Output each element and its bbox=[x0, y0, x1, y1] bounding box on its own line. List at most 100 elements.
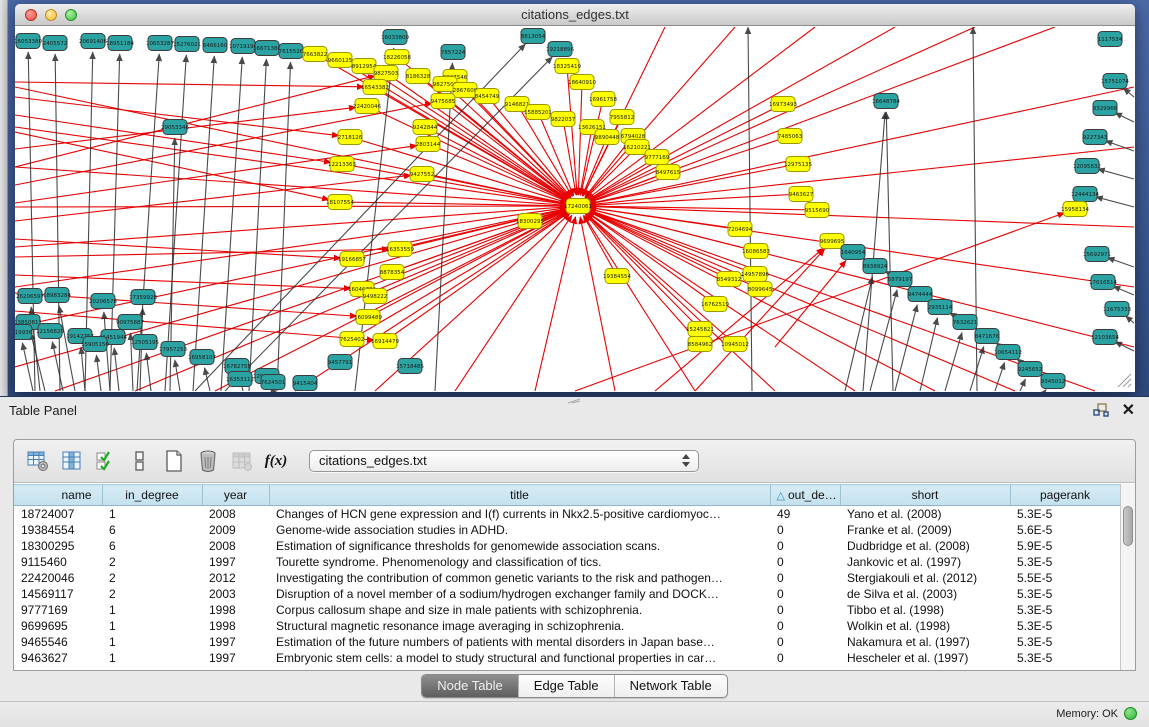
graph-node[interactable]: 8454749 bbox=[475, 89, 500, 104]
graph-node[interactable]: 17240061 bbox=[564, 199, 592, 214]
table-row[interactable]: 1938455462009Genome-wide association stu… bbox=[14, 522, 1120, 538]
citation-edge-red[interactable] bbox=[588, 136, 790, 203]
function-builder-icon[interactable]: f(x) bbox=[261, 446, 291, 476]
zoom-window-icon[interactable] bbox=[65, 9, 77, 21]
graph-node[interactable]: 15692971 bbox=[1083, 247, 1111, 262]
graph-node[interactable]: 10653287 bbox=[146, 36, 174, 51]
citation-edge-black[interactable] bbox=[221, 57, 242, 391]
graph-node[interactable]: 6879197 bbox=[888, 272, 913, 287]
graph-node[interactable]: 18951184 bbox=[106, 36, 134, 51]
graph-node[interactable]: 17957253 bbox=[159, 342, 187, 357]
graph-node[interactable]: 9660125 bbox=[328, 53, 353, 68]
graph-node[interactable]: 7624501 bbox=[261, 375, 286, 390]
column-header-out_de[interactable]: △out_de… bbox=[770, 485, 840, 506]
graph-node[interactable]: 18640910 bbox=[568, 75, 596, 90]
graph-node[interactable]: 20206576 bbox=[89, 294, 117, 309]
column-visibility-icon[interactable] bbox=[57, 446, 87, 476]
graph-node[interactable]: 9475685 bbox=[431, 94, 456, 109]
tab-edge-table[interactable]: Edge Table bbox=[518, 675, 614, 697]
table-row[interactable]: 1872400712008Changes of HCN gene express… bbox=[14, 506, 1120, 522]
citation-edge-black[interactable] bbox=[81, 347, 85, 391]
graph-node[interactable]: 15751074 bbox=[1101, 74, 1129, 89]
graph-node[interactable]: 12095832 bbox=[1073, 159, 1101, 174]
graph-node[interactable]: 2405572 bbox=[43, 36, 68, 51]
graph-node[interactable]: 18300295 bbox=[516, 214, 544, 229]
network-canvas[interactable]: 1605338024055722069140618951184106532871… bbox=[15, 27, 1135, 392]
graph-node[interactable]: 9515690 bbox=[805, 203, 830, 218]
close-icon[interactable]: ✕ bbox=[1122, 400, 1135, 420]
graph-node[interactable]: 12505195 bbox=[131, 335, 159, 350]
graph-node[interactable]: 12156829 bbox=[36, 324, 64, 339]
graph-node[interactable]: 12103654 bbox=[1091, 330, 1119, 345]
graph-node[interactable]: 7625402 bbox=[340, 332, 365, 347]
table-row[interactable]: 977716911998Corpus callosum shape and si… bbox=[14, 602, 1120, 618]
graph-node[interactable]: 90975887 bbox=[116, 315, 144, 330]
table-row[interactable]: 1456911722003Disruption of a novel membe… bbox=[14, 586, 1120, 602]
graph-node[interactable]: 1117534 bbox=[1098, 32, 1123, 47]
graph-node[interactable]: 9227343 bbox=[1083, 130, 1108, 145]
citation-edge-black[interactable] bbox=[193, 56, 214, 391]
table-row[interactable]: 946362711997Embryonic stem cells: a mode… bbox=[14, 650, 1120, 666]
graph-node[interactable]: 16099489 bbox=[354, 310, 382, 325]
table-source-select[interactable]: citations_edges.txt bbox=[309, 450, 699, 472]
network-window[interactable]: citations_edges.txt 16053380240557220691… bbox=[15, 4, 1135, 392]
graph-node[interactable]: 8584962 bbox=[688, 337, 713, 352]
float-window-icon[interactable] bbox=[1093, 403, 1109, 417]
graph-node[interactable]: 7204694 bbox=[728, 222, 753, 237]
graph-node[interactable]: 29053346 bbox=[161, 120, 189, 135]
graph-node[interactable]: 2935114 bbox=[928, 300, 953, 315]
citation-edge-red[interactable] bbox=[385, 212, 569, 341]
citation-edge-red[interactable] bbox=[15, 275, 351, 289]
citation-edge-black[interactable] bbox=[28, 52, 35, 391]
merge-columns-icon[interactable] bbox=[125, 446, 155, 476]
citation-edge-red[interactable] bbox=[589, 164, 798, 204]
citation-edge-red[interactable] bbox=[15, 76, 375, 167]
graph-node[interactable]: 9827503 bbox=[374, 66, 399, 81]
graph-node[interactable]: 16762519 bbox=[701, 297, 729, 312]
graph-node[interactable]: 8938924 bbox=[863, 259, 888, 274]
graph-node[interactable]: 7485063 bbox=[778, 129, 803, 144]
citation-edge-red[interactable] bbox=[587, 212, 715, 304]
citation-edge-black[interactable] bbox=[1107, 258, 1134, 267]
graph-node[interactable]: 11675333 bbox=[1103, 302, 1131, 317]
graph-node[interactable]: 16353112 bbox=[226, 372, 254, 387]
graph-node[interactable]: 15276021 bbox=[173, 37, 201, 52]
graph-node[interactable]: 2803144 bbox=[416, 137, 441, 152]
close-window-icon[interactable] bbox=[25, 9, 37, 21]
graph-node[interactable]: 9345012 bbox=[1041, 374, 1066, 389]
graph-node[interactable]: 9890448 bbox=[595, 130, 620, 145]
citation-edge-red[interactable] bbox=[15, 132, 329, 200]
citation-edge-black[interactable] bbox=[55, 54, 60, 391]
graph-node[interactable]: 10945012 bbox=[721, 337, 749, 352]
graph-node[interactable]: 12975135 bbox=[784, 157, 812, 172]
column-header-in_degree[interactable]: in_degree bbox=[102, 485, 202, 506]
citation-edge-black[interactable] bbox=[175, 360, 180, 391]
graph-node[interactable]: 10654112 bbox=[994, 345, 1022, 360]
graph-node[interactable]: 8497615 bbox=[656, 165, 681, 180]
table-row[interactable]: 969969511998Structural magnetic resonanc… bbox=[14, 618, 1120, 634]
graph-node[interactable]: 9245652 bbox=[1018, 362, 1043, 377]
citation-edge-black[interactable] bbox=[1123, 88, 1134, 97]
graph-node[interactable]: 7615526 bbox=[279, 44, 304, 59]
graph-node[interactable]: 8813054 bbox=[521, 29, 546, 44]
citation-edge-black[interactable] bbox=[277, 62, 291, 391]
graph-node[interactable]: 8099645 bbox=[748, 282, 773, 297]
graph-node[interactable]: 20691406 bbox=[79, 34, 107, 49]
graph-node[interactable]: 15245821 bbox=[686, 322, 714, 337]
citation-edge-red[interactable] bbox=[586, 214, 775, 391]
table-row[interactable]: 946554611997Estimation of the future num… bbox=[14, 634, 1120, 650]
citation-edge-red[interactable] bbox=[535, 217, 576, 391]
table-row[interactable]: 1830029562008Estimation of significance … bbox=[14, 538, 1120, 554]
column-header-pagerank[interactable]: pagerank bbox=[1010, 485, 1120, 506]
minimize-window-icon[interactable] bbox=[45, 9, 57, 21]
citation-edge-red[interactable] bbox=[589, 194, 801, 205]
graph-node[interactable]: 9427552 bbox=[410, 167, 435, 182]
graph-node[interactable]: 15885201 bbox=[524, 105, 552, 120]
graph-node[interactable]: 7632621 bbox=[953, 315, 978, 330]
citation-edge-black[interactable] bbox=[1020, 379, 1025, 391]
citation-edge-red[interactable] bbox=[15, 146, 417, 203]
citation-edge-black[interactable] bbox=[1045, 390, 1046, 391]
table-row[interactable]: 2242004622012Investigating the contribut… bbox=[14, 570, 1120, 586]
scrollbar-thumb[interactable] bbox=[1123, 506, 1133, 546]
tab-network-table[interactable]: Network Table bbox=[614, 675, 727, 697]
